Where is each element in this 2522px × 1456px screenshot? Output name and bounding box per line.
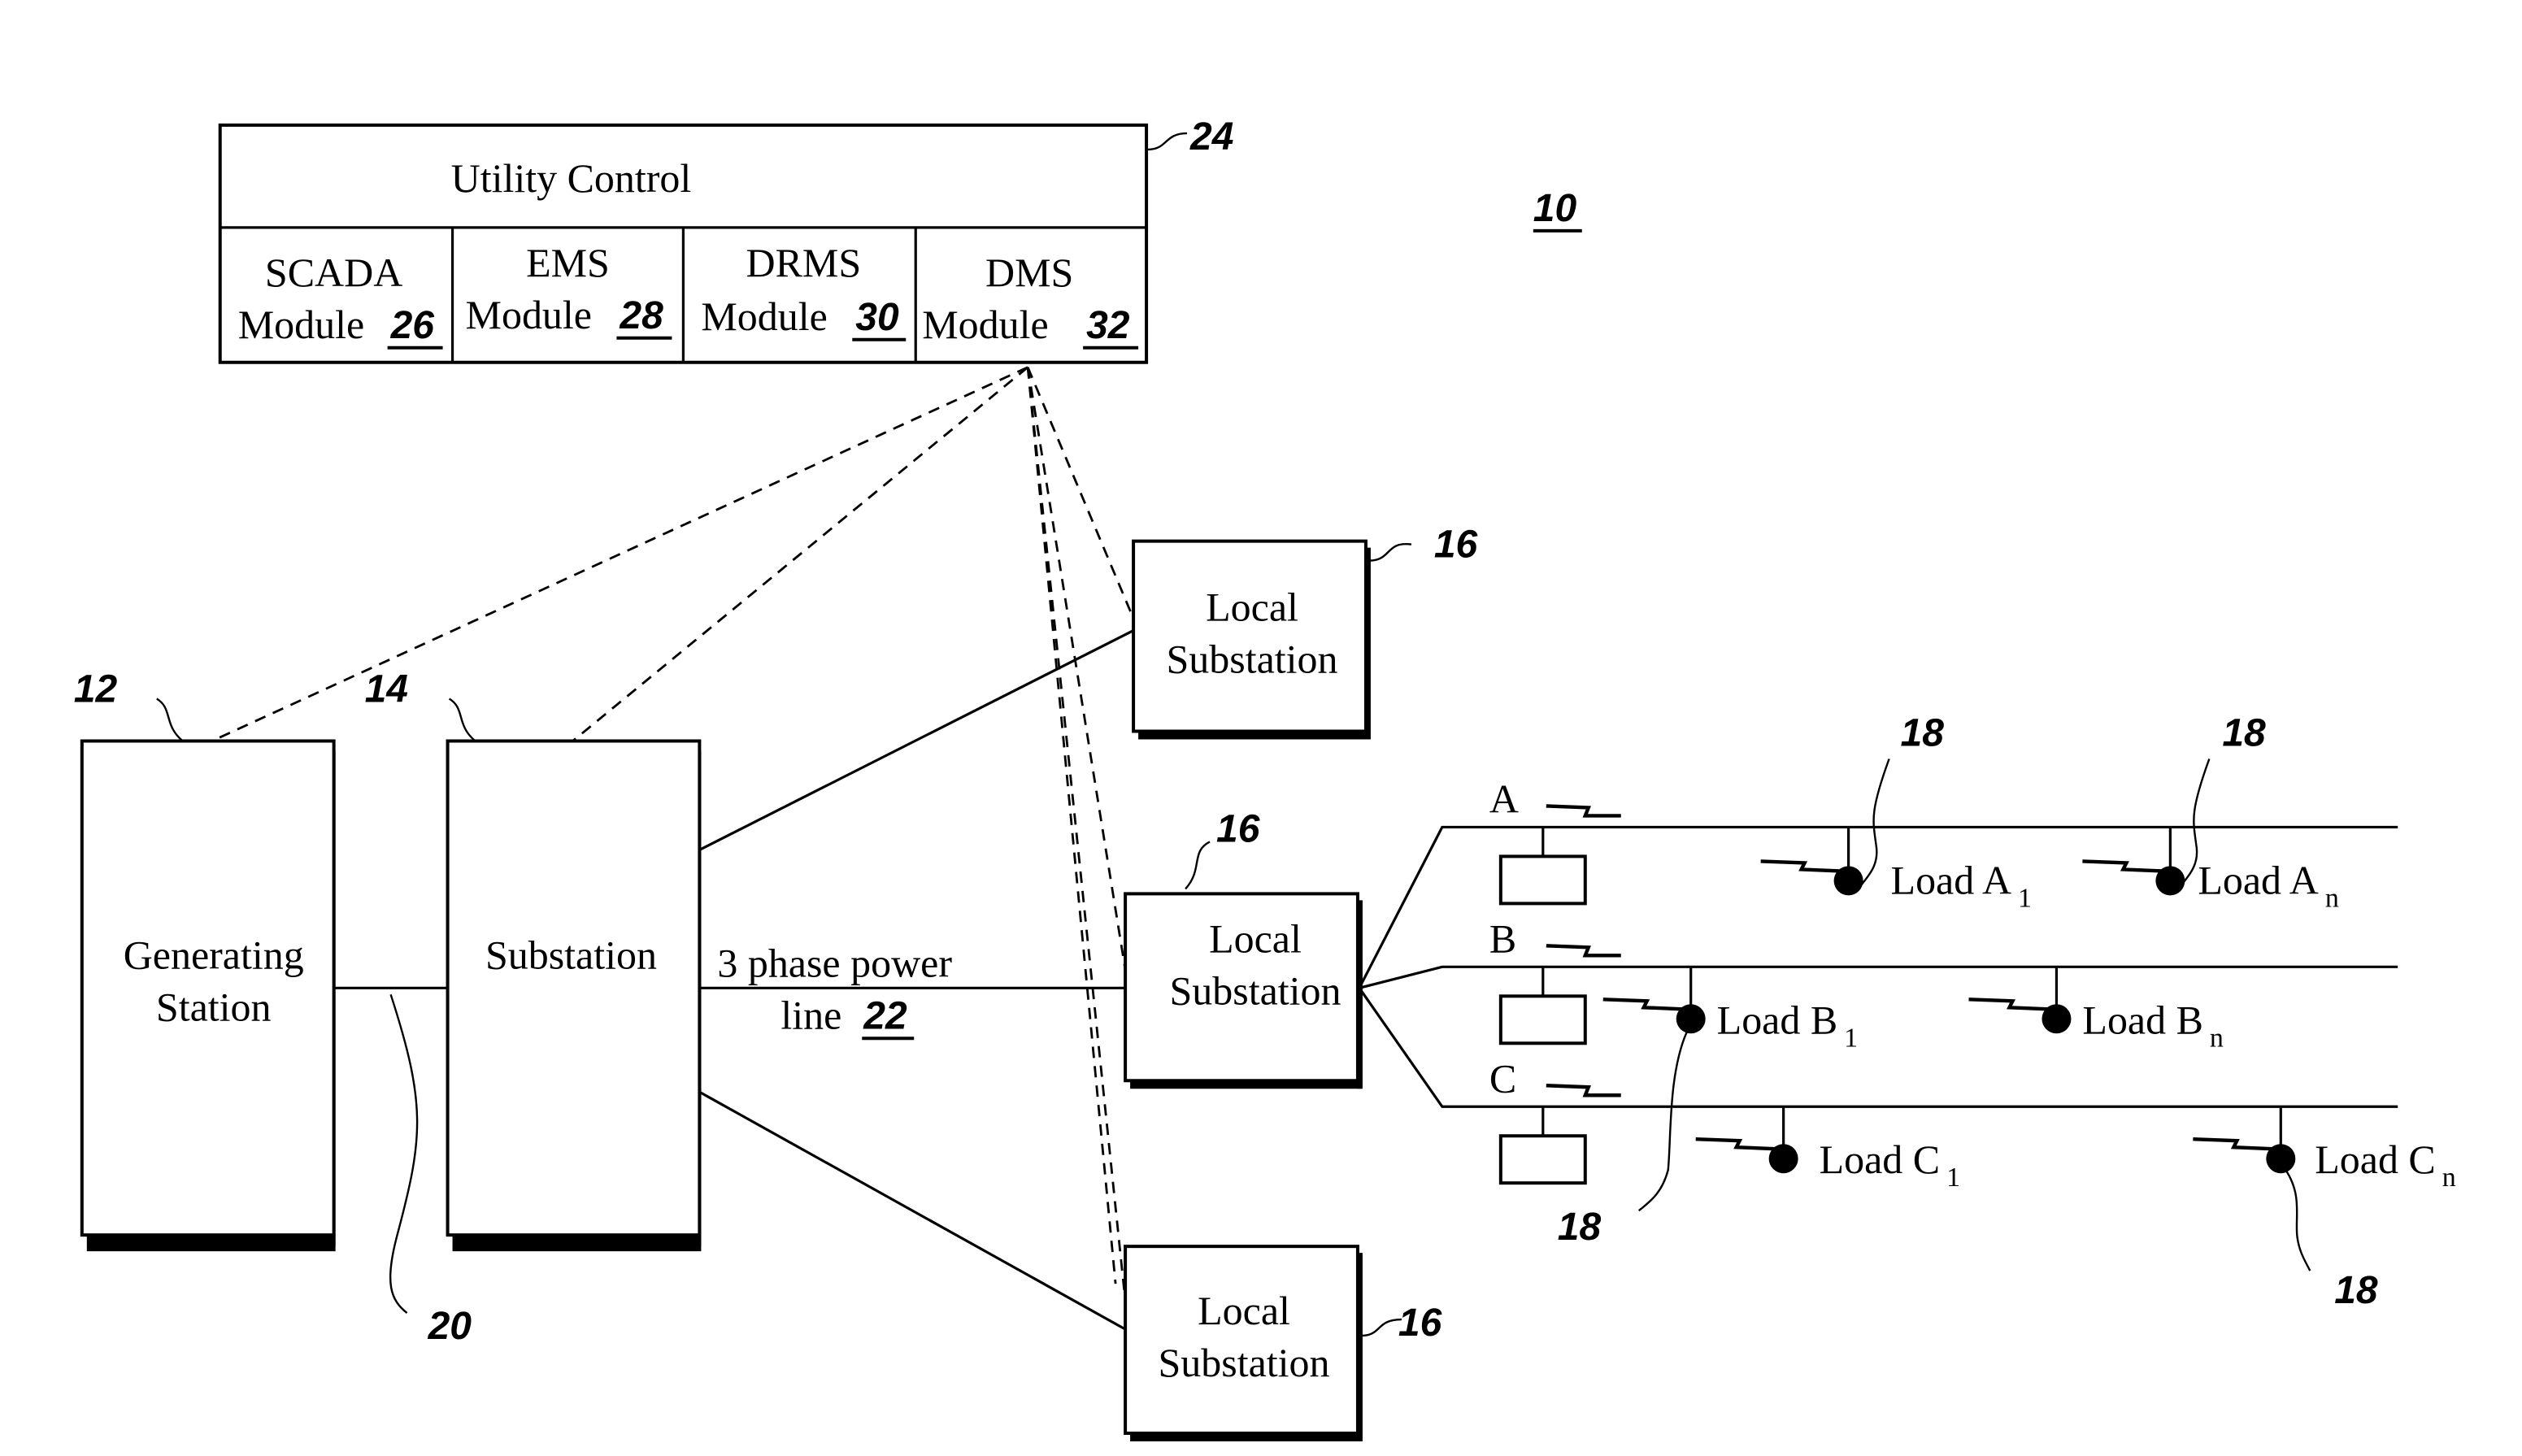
lightning-bolt-icon: [2082, 859, 2163, 873]
module-name: DRMS: [746, 240, 861, 285]
phase-label: B: [1489, 915, 1516, 961]
leader-16: [1368, 543, 1412, 562]
load-label: Load C1: [1820, 1137, 1960, 1193]
load-ref: 18: [1901, 711, 1945, 754]
load-label: Load An: [2198, 857, 2338, 913]
comm-link-substation: [572, 366, 1029, 742]
module-name: EMS: [526, 240, 610, 285]
bus-phase-a: [1358, 825, 2398, 989]
meter-box: [1498, 854, 1587, 906]
generating-station-label: Generating: [124, 932, 304, 977]
local-substation-bottom: Local Substation 16: [1124, 1245, 1442, 1442]
module-label: Module: [701, 293, 827, 339]
comm-link-local-substation-bottom-b: [1026, 367, 1128, 1317]
phase-label: C: [1489, 1055, 1516, 1101]
figure-ref: 10: [1533, 187, 1582, 233]
leader-18: [2285, 1169, 2311, 1271]
local-substation-ref: 16: [1216, 807, 1260, 850]
lightning-bolt-icon: [1546, 944, 1621, 958]
load-cn: Load Cn: [2193, 1106, 2456, 1193]
leader-16: [1360, 1318, 1402, 1337]
lightning-bolt-icon: [1760, 859, 1841, 873]
lightning-bolt-icon: [1546, 1084, 1621, 1097]
leader-18: [1857, 758, 1890, 890]
module-label: Module: [922, 302, 1048, 347]
load-a1: Load A1: [1760, 827, 2032, 913]
load-an: Load An: [2082, 827, 2339, 913]
local-substation-label: Local: [1198, 1288, 1290, 1333]
substation-box: [446, 739, 702, 1237]
local-substation-label: Substation: [1166, 637, 1337, 682]
bus-phase-b: [1359, 965, 2398, 989]
load-label: Load Bn: [2082, 997, 2223, 1053]
local-substation-label: Local: [1209, 915, 1302, 961]
phase-label: A: [1489, 776, 1519, 821]
comm-link-local-substation-bottom-a: [1026, 367, 1117, 1284]
substation: Substation 14: [365, 668, 702, 1252]
lightning-bolt-icon: [1546, 804, 1621, 818]
power-grid-diagram: 10 Utility Control 24 SCADA Module 26 EM…: [74, 115, 2456, 1442]
power-line-label: 3 phase power: [717, 940, 952, 985]
meter-box: [1498, 994, 1587, 1045]
load-ref: 18: [1558, 1206, 1602, 1249]
power-line-ref: 22: [863, 994, 907, 1037]
generating-station-label: Station: [156, 984, 272, 1029]
comm-link-generating-station: [211, 366, 1028, 742]
local-substation-label: Local: [1206, 585, 1298, 630]
generating-station-ref: 12: [74, 668, 118, 711]
leader-20: [389, 993, 419, 1315]
power-line-to-top: [698, 629, 1134, 851]
load-ref: 18: [2334, 1269, 2378, 1312]
load-label: Load Cn: [2315, 1137, 2455, 1193]
utility-control: Utility Control 24 SCADA Module 26 EMS M…: [218, 115, 1233, 364]
load-b1: Load B1: [1602, 967, 1858, 1053]
substation-ref: 14: [365, 668, 408, 711]
loads: Load A1 Load An Load B1 Load Bn Load C 1…: [1602, 827, 2456, 1193]
module-label: Module: [466, 292, 592, 337]
leader-24: [1148, 132, 1188, 151]
module-label: Module: [238, 302, 364, 347]
module-ref: 30: [855, 296, 899, 339]
leader-12: [156, 698, 184, 742]
load-label: Load A1: [1891, 857, 2032, 913]
leader-14: [448, 698, 476, 742]
load-label: Load B1: [1717, 997, 1858, 1053]
power-lines: 3 phase power line 22: [698, 629, 1134, 1331]
module-ref: 32: [1086, 304, 1130, 347]
local-substation-label: Substation: [1169, 967, 1341, 1013]
power-line-to-bottom: [698, 1090, 1126, 1331]
utility-control-ref: 24: [1189, 115, 1233, 159]
local-substation-ref: 16: [1434, 524, 1478, 567]
meter-box: [1498, 1134, 1587, 1185]
figure-ref-number: 10: [1533, 187, 1577, 230]
substation-label: Substation: [485, 932, 657, 977]
generating-station: Generating Station 12: [74, 668, 336, 1252]
leader-18: [1637, 1029, 1689, 1212]
load-bn: Load Bn: [1968, 967, 2224, 1053]
module-ref: 26: [390, 304, 435, 347]
power-line-label: line: [781, 992, 841, 1037]
load-ref: 18: [2222, 711, 2266, 754]
leader-16: [1185, 841, 1211, 890]
box-shadow: [86, 1235, 336, 1252]
comm-link-local-substation-top: [1026, 367, 1137, 624]
lightning-bolt-icon: [1968, 997, 2049, 1011]
load-c1: Load C1: [1695, 1106, 1960, 1193]
local-substation-label: Substation: [1159, 1340, 1330, 1385]
lightning-bolt-icon: [1695, 1137, 1776, 1151]
lightning-bolt-icon: [1602, 997, 1683, 1011]
local-substation-top: Local Substation 16: [1132, 524, 1478, 740]
generation-link-ref: 20: [428, 1305, 472, 1348]
local-substation-ref: 16: [1398, 1302, 1442, 1345]
module-name: SCADA: [265, 250, 402, 295]
phase-buses: A B C: [1358, 776, 2398, 1185]
utility-control-title: Utility Control: [451, 155, 692, 201]
module-name: DMS: [985, 250, 1073, 295]
lightning-bolt-icon: [2193, 1137, 2273, 1151]
local-substation-mid: Local Substation 16: [1124, 807, 1363, 1089]
comm-link-local-substation-mid: [1026, 367, 1128, 980]
module-ref: 28: [619, 294, 663, 337]
box-shadow: [452, 1235, 702, 1252]
